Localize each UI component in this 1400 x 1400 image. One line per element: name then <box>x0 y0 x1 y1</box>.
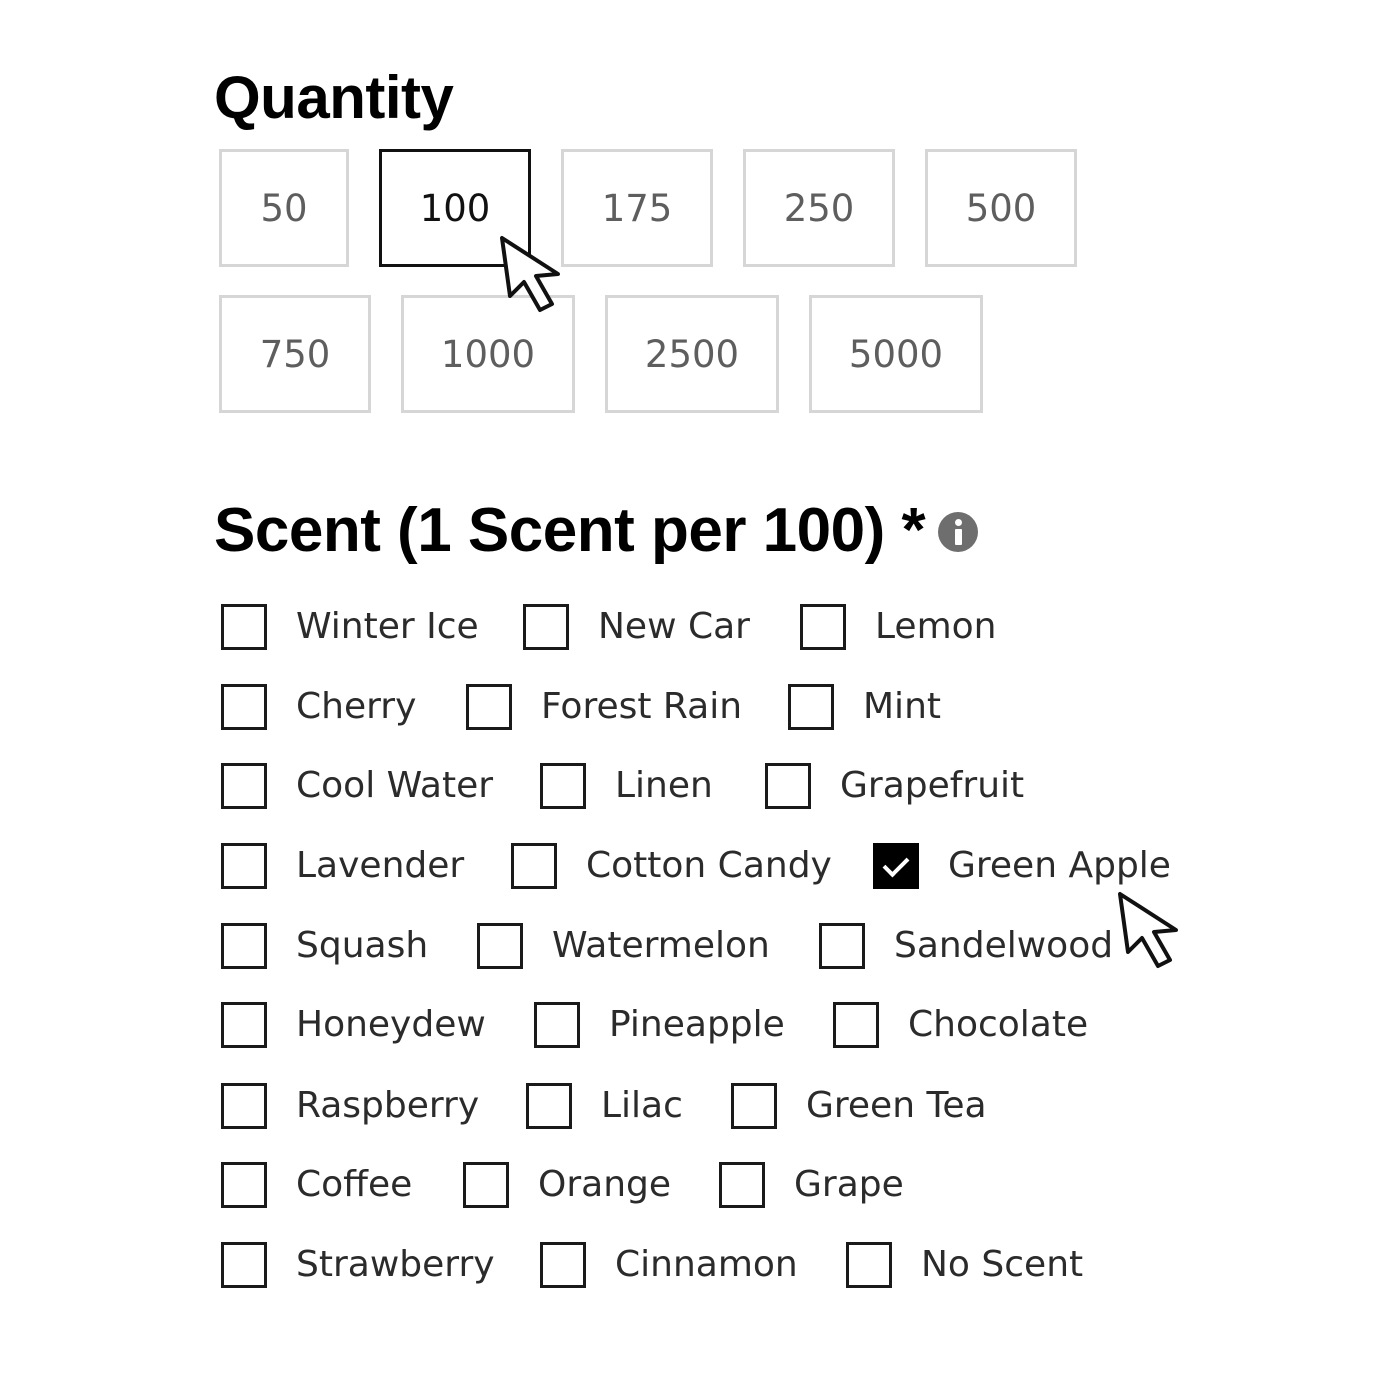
scent-label: Mint <box>863 686 941 727</box>
scent-option-cotton-candy[interactable]: Cotton Candy <box>511 843 832 889</box>
scent-label: Lemon <box>875 606 997 647</box>
scent-option-forest-rain[interactable]: Forest Rain <box>466 684 742 730</box>
scent-option-lilac[interactable]: Lilac <box>526 1083 683 1129</box>
scent-option-lemon[interactable]: Lemon <box>800 604 996 650</box>
scent-option-raspberry[interactable]: Raspberry <box>221 1083 479 1129</box>
scent-label: No Scent <box>921 1244 1084 1285</box>
scent-option-cherry[interactable]: Cherry <box>221 684 416 730</box>
checkbox-lemon[interactable] <box>800 604 846 650</box>
scent-label: Chocolate <box>908 1004 1089 1045</box>
quantity-title: Quantity <box>214 64 454 131</box>
checkbox-grape[interactable] <box>719 1162 765 1208</box>
checkbox-honeydew[interactable] <box>221 1002 267 1048</box>
scent-option-cinnamon[interactable]: Cinnamon <box>540 1242 798 1288</box>
scent-label: Raspberry <box>296 1085 480 1126</box>
checkbox-green-apple[interactable] <box>873 843 919 889</box>
quantity-option-750[interactable]: 750 <box>219 295 371 413</box>
scent-label: Grapefruit <box>840 765 1025 806</box>
quantity-options-row-1: 50 100 175 250 500 <box>219 149 1077 267</box>
mouse-pointer-icon <box>1118 892 1178 968</box>
quantity-option-175[interactable]: 175 <box>561 149 713 267</box>
checkbox-green-tea[interactable] <box>731 1083 777 1129</box>
scent-option-winter-ice[interactable]: Winter Ice <box>221 604 479 650</box>
scent-option-green-apple[interactable]: Green Apple <box>873 843 1171 889</box>
scent-option-chocolate[interactable]: Chocolate <box>833 1002 1088 1048</box>
scent-label: Pineapple <box>609 1004 785 1045</box>
checkbox-sandelwood[interactable] <box>819 923 865 969</box>
scent-option-pineapple[interactable]: Pineapple <box>534 1002 785 1048</box>
scent-option-grapefruit[interactable]: Grapefruit <box>765 763 1024 809</box>
checkbox-squash[interactable] <box>221 923 267 969</box>
checkbox-coffee[interactable] <box>221 1162 267 1208</box>
checkbox-cool-water[interactable] <box>221 763 267 809</box>
checkbox-cotton-candy[interactable] <box>511 843 557 889</box>
scent-option-grape[interactable]: Grape <box>719 1162 904 1208</box>
mouse-pointer-icon <box>500 236 560 312</box>
scent-option-watermelon[interactable]: Watermelon <box>477 923 770 969</box>
scent-label: Strawberry <box>296 1244 495 1285</box>
scent-option-lavender[interactable]: Lavender <box>221 843 464 889</box>
scent-option-strawberry[interactable]: Strawberry <box>221 1242 495 1288</box>
quantity-option-5000[interactable]: 5000 <box>809 295 983 413</box>
scent-label: Cool Water <box>296 765 494 806</box>
scent-label: Grape <box>794 1164 904 1205</box>
scent-label: Cherry <box>296 686 417 727</box>
checkbox-winter-ice[interactable] <box>221 604 267 650</box>
scent-label: Honeydew <box>296 1004 486 1045</box>
scent-label: Green Tea <box>806 1085 987 1126</box>
scent-option-green-tea[interactable]: Green Tea <box>731 1083 987 1129</box>
checkbox-lavender[interactable] <box>221 843 267 889</box>
checkbox-mint[interactable] <box>788 684 834 730</box>
checkbox-cherry[interactable] <box>221 684 267 730</box>
scent-option-mint[interactable]: Mint <box>788 684 941 730</box>
scent-label: Linen <box>615 765 713 806</box>
scent-label: Lavender <box>296 845 465 886</box>
quantity-option-2500[interactable]: 2500 <box>605 295 779 413</box>
checkbox-raspberry[interactable] <box>221 1083 267 1129</box>
checkbox-orange[interactable] <box>463 1162 509 1208</box>
quantity-option-250[interactable]: 250 <box>743 149 895 267</box>
info-circle-icon[interactable] <box>938 512 978 552</box>
checkbox-pineapple[interactable] <box>534 1002 580 1048</box>
scent-option-linen[interactable]: Linen <box>540 763 713 809</box>
quantity-option-500[interactable]: 500 <box>925 149 1077 267</box>
scent-label: Orange <box>538 1164 672 1205</box>
scent-label: Forest Rain <box>541 686 743 727</box>
checkbox-watermelon[interactable] <box>477 923 523 969</box>
scent-label: Sandelwood <box>894 925 1114 966</box>
scent-label: Watermelon <box>552 925 770 966</box>
checkbox-no-scent[interactable] <box>846 1242 892 1288</box>
checkbox-forest-rain[interactable] <box>466 684 512 730</box>
checkbox-lilac[interactable] <box>526 1083 572 1129</box>
scent-option-sandelwood[interactable]: Sandelwood <box>819 923 1113 969</box>
scent-label: New Car <box>598 606 750 647</box>
quantity-option-50[interactable]: 50 <box>219 149 349 267</box>
checkbox-linen[interactable] <box>540 763 586 809</box>
scent-option-coffee[interactable]: Coffee <box>221 1162 412 1208</box>
scent-label: Cinnamon <box>615 1244 798 1285</box>
quantity-options-row-2: 750 1000 2500 5000 <box>219 295 983 413</box>
scent-label: Squash <box>296 925 429 966</box>
scent-label: Winter Ice <box>296 606 479 647</box>
scent-label: Cotton Candy <box>586 845 832 886</box>
scent-label: Lilac <box>601 1085 683 1126</box>
scent-option-cool-water[interactable]: Cool Water <box>221 763 493 809</box>
scent-option-new-car[interactable]: New Car <box>523 604 750 650</box>
scent-option-honeydew[interactable]: Honeydew <box>221 1002 486 1048</box>
scent-option-squash[interactable]: Squash <box>221 923 428 969</box>
scent-label: Coffee <box>296 1164 413 1205</box>
checkbox-strawberry[interactable] <box>221 1242 267 1288</box>
checkbox-new-car[interactable] <box>523 604 569 650</box>
checkbox-cinnamon[interactable] <box>540 1242 586 1288</box>
scent-title: Scent (1 Scent per 100) * <box>214 496 926 565</box>
scent-option-orange[interactable]: Orange <box>463 1162 671 1208</box>
scent-option-no-scent[interactable]: No Scent <box>846 1242 1083 1288</box>
checkbox-chocolate[interactable] <box>833 1002 879 1048</box>
checkbox-grapefruit[interactable] <box>765 763 811 809</box>
scent-label: Green Apple <box>948 845 1171 886</box>
